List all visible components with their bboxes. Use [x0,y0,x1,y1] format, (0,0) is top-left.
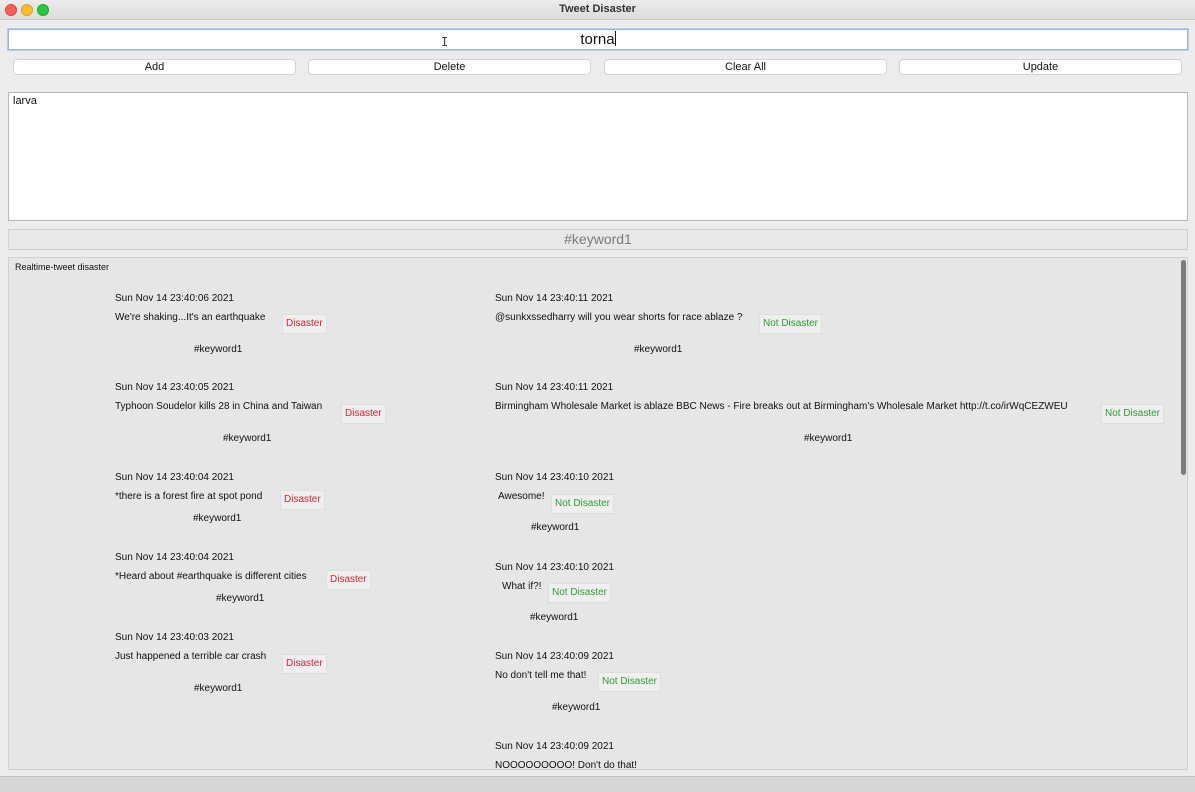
tweet-text: What if?! [502,581,542,592]
classification-badge: Disaster [280,490,325,510]
tweet-text: Awesome! [498,491,545,502]
classification-badge: Disaster [282,314,327,334]
update-button[interactable]: Update [899,59,1182,75]
current-keyword-label: #keyword1 [8,229,1188,250]
tweet-date: Sun Nov 14 23:40:03 2021 [115,632,234,643]
tweet-date: Sun Nov 14 23:40:10 2021 [495,472,614,483]
ibeam-cursor-icon: I [441,35,449,49]
tweet-date: Sun Nov 14 23:40:11 2021 [495,382,614,393]
tweet-date: Sun Nov 14 23:40:04 2021 [115,472,234,483]
tweet-text: Typhoon Soudelor kills 28 in China and T… [115,401,323,412]
classification-badge: Not Disaster [598,672,662,692]
classification-badge: Disaster [326,570,371,590]
tweet-text: *Heard about #earthquake is different ci… [115,571,307,582]
window-title: Tweet Disaster [559,3,636,15]
tweet-keyword: #keyword1 [194,683,243,694]
tweet-date: Sun Nov 14 23:40:04 2021 [115,552,234,563]
keyword-listbox[interactable]: larva [8,92,1188,221]
tweet-keyword: #keyword1 [804,433,853,444]
classification-badge: Disaster [282,654,327,674]
text-caret [614,31,616,46]
tweet-text: *there is a forest fire at spot pond [115,491,263,502]
tweet-keyword: #keyword1 [634,344,683,355]
bottom-bar [0,776,1195,792]
clear-all-button[interactable]: Clear All [604,59,887,75]
tweet-text: We're shaking...It's an earthquake [115,312,266,323]
add-button[interactable]: Add [13,59,296,75]
classification-badge: Not Disaster [551,494,615,514]
keyword-input-value: torna [580,31,615,48]
tweet-date: Sun Nov 14 23:40:06 2021 [115,293,234,304]
tweet-date: Sun Nov 14 23:40:09 2021 [495,741,614,752]
classification-badge: Disaster [341,404,386,424]
tweet-keyword: #keyword1 [223,433,272,444]
delete-button[interactable]: Delete [308,59,591,75]
frame-title: Realtime-tweet disaster [15,262,110,272]
tweet-keyword: #keyword1 [194,344,243,355]
tweet-date: Sun Nov 14 23:40:05 2021 [115,382,234,393]
tweet-date: Sun Nov 14 23:40:11 2021 [495,293,614,304]
classification-badge: Not Disaster [759,314,823,334]
scrollbar-thumb[interactable] [1181,260,1186,475]
classification-badge: Not Disaster [548,583,612,603]
tweet-keyword: #keyword1 [531,522,580,533]
tweet-text: Birmingham Wholesale Market is ablaze BB… [495,401,1068,412]
title-bar: Tweet Disaster [0,0,1195,20]
keyword-input[interactable]: torna [8,29,1188,50]
tweet-date: Sun Nov 14 23:40:09 2021 [495,651,614,662]
tweet-keyword: #keyword1 [216,593,265,604]
tweet-text: No don't tell me that! [495,670,587,681]
tweet-date: Sun Nov 14 23:40:10 2021 [495,562,614,573]
tweet-keyword: #keyword1 [552,702,601,713]
tweet-text: @sunkxssedharry will you wear shorts for… [495,312,743,323]
keyword-list-item[interactable]: larva [13,95,37,107]
tweet-text: Just happened a terrible car crash [115,651,267,662]
classification-badge: Not Disaster [1101,404,1165,424]
tweet-keyword: #keyword1 [530,612,579,623]
tweet-text: NOOOOOOOOO! Don't do that! [495,760,637,771]
tweet-keyword: #keyword1 [193,513,242,524]
